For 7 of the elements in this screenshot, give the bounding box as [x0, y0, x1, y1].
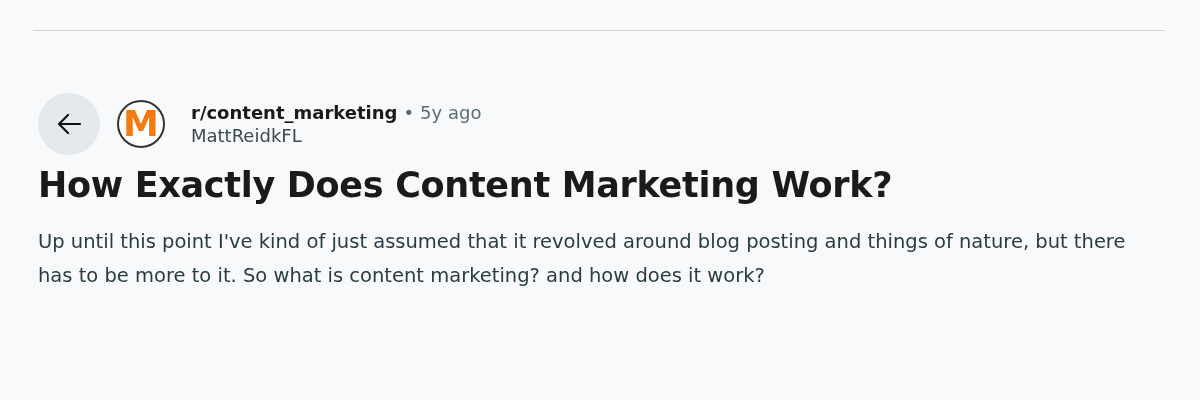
separator-dot: • [403, 102, 415, 123]
back-arrow-icon [56, 113, 82, 135]
post-title: How Exactly Does Content Marketing Work? [38, 165, 894, 205]
author-link[interactable]: MattReidkFL [191, 125, 482, 146]
post-age: 5y ago [420, 102, 482, 123]
post-body: Up until this point I've kind of just assumed that it revolved around blog posting and things of nature, but there has to be more to it. So what is content marketing? and how does it work? [38, 229, 1127, 289]
community-link[interactable]: r/content_marketing [191, 102, 398, 123]
